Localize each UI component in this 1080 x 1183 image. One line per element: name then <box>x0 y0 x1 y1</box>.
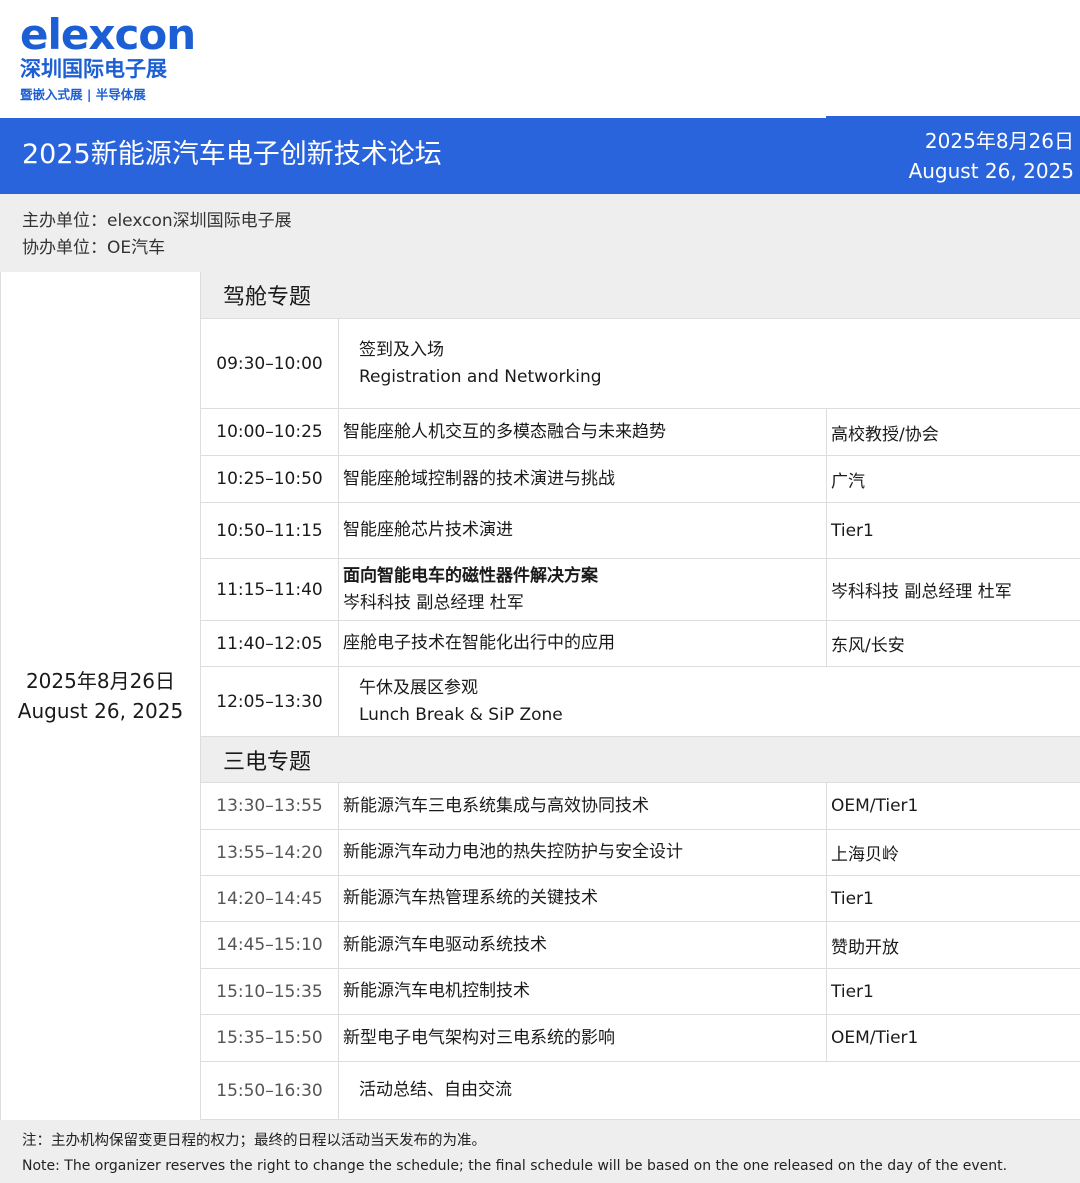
organizer-band: 主办单位：elexcon深圳国际电子展 协办单位：OE汽车 <box>0 194 1080 272</box>
session-speaker: 东风/长安 <box>826 621 1080 666</box>
session-topic: 活动总结、自由交流 <box>359 1080 512 1100</box>
table-row: 15:10–15:35 新能源汽车电机控制技术 Tier1 <box>201 969 1080 1015</box>
session-time: 13:30–13:55 <box>201 783 339 829</box>
header-date-cn: 2025年8月26日 <box>924 129 1074 153</box>
footer-note-en: Note: The organizer reserves the right t… <box>22 1158 1008 1174</box>
elexcon-logo: elexcon 深圳国际电子展 暨嵌入式展 | 半导体展 <box>20 12 220 104</box>
session-time: 09:30–10:00 <box>201 319 339 408</box>
session-topic: 新能源汽车电机控制技术 <box>343 981 530 1001</box>
session-time: 10:00–10:25 <box>201 409 339 455</box>
session-speaker: 高校教授/协会 <box>826 409 1080 455</box>
session-speaker: Tier1 <box>826 969 1080 1014</box>
co-host-organizer: 协办单位：OE汽车 <box>22 238 166 258</box>
session-topic-presenter: 岑科科技 副总经理 杜军 <box>343 592 524 613</box>
session-time: 14:20–14:45 <box>201 876 339 921</box>
session-time: 10:25–10:50 <box>201 456 339 502</box>
table-row: 11:40–12:05 座舱电子技术在智能化出行中的应用 东风/长安 <box>201 621 1080 667</box>
session-topic: 智能座舱域控制器的技术演进与挑战 <box>343 468 615 489</box>
footer-note-cn: 注：主办机构保留变更日程的权力；最终的日程以活动当天发布的为准。 <box>22 1133 486 1149</box>
session-speaker: OEM/Tier1 <box>826 783 1080 829</box>
session-topic: 座舱电子技术在智能化出行中的应用 <box>343 633 615 653</box>
session-speaker: OEM/Tier1 <box>826 1015 1080 1061</box>
session-time: 12:05–13:30 <box>201 667 339 736</box>
table-row: 15:50–16:30 活动总结、自由交流 <box>201 1062 1080 1120</box>
session-topic: 智能座舱芯片技术演进 <box>343 520 513 540</box>
session-time: 15:10–15:35 <box>201 969 339 1014</box>
header-date-en: August 26, 2025 <box>908 159 1074 183</box>
session-topic-cn: 签到及入场 <box>359 339 444 360</box>
session-topic: 智能座舱人机交互的多模态融合与未来趋势 <box>343 421 666 442</box>
session-speaker: Tier1 <box>826 503 1080 558</box>
session-topic: 新型电子电气架构对三电系统的影响 <box>343 1027 615 1048</box>
session-topic: 新能源汽车电驱动系统技术 <box>343 934 547 955</box>
session-time: 15:35–15:50 <box>201 1015 339 1061</box>
session-time: 13:55–14:20 <box>201 830 339 875</box>
session-speaker: 赞助开放 <box>826 922 1080 968</box>
table-row: 10:00–10:25 智能座舱人机交互的多模态融合与未来趋势 高校教授/协会 <box>201 409 1080 456</box>
session-topic: 新能源汽车热管理系统的关键技术 <box>343 888 598 908</box>
day-date-cn: 2025年8月26日 <box>25 669 176 693</box>
forum-title: 2025新能源汽车电子创新技术论坛 <box>22 139 442 170</box>
logo-name-cn: 深圳国际电子展 <box>20 57 167 81</box>
section-header-cockpit: 驾舱专题 <box>201 272 1080 319</box>
table-row: 10:25–10:50 智能座舱域控制器的技术演进与挑战 广汽 <box>201 456 1080 503</box>
session-time: 11:15–11:40 <box>201 559 339 620</box>
session-time: 14:45–15:10 <box>201 922 339 968</box>
session-topic-title: 面向智能电车的磁性器件解决方案 <box>343 565 598 586</box>
table-row: 14:20–14:45 新能源汽车热管理系统的关键技术 Tier1 <box>201 876 1080 922</box>
table-row: 12:05–13:30 午休及展区参观 Lunch Break & SiP Zo… <box>201 667 1080 737</box>
day-date-column: 2025年8月26日 August 26, 2025 <box>0 272 201 1120</box>
title-bar: 2025新能源汽车电子创新技术论坛 2025年8月26日 August 26, … <box>0 116 1080 194</box>
table-row: 10:50–11:15 智能座舱芯片技术演进 Tier1 <box>201 503 1080 559</box>
session-topic: 午休及展区参观 Lunch Break & SiP Zone <box>339 667 1080 736</box>
session-time: 11:40–12:05 <box>201 621 339 666</box>
table-row: 09:30–10:00 签到及入场 Registration and Netwo… <box>201 319 1080 409</box>
session-topic-cn: 午休及展区参观 <box>359 677 478 698</box>
logo-subtitle: 暨嵌入式展 | 半导体展 <box>20 87 146 102</box>
host-organizer: 主办单位：elexcon深圳国际电子展 <box>22 211 292 231</box>
session-speaker: 岑科科技 副总经理 杜军 <box>826 559 1080 620</box>
footer-note: 注：主办机构保留变更日程的权力；最终的日程以活动当天发布的为准。 Note: T… <box>0 1120 1080 1183</box>
session-time: 10:50–11:15 <box>201 503 339 558</box>
session-topic: 新能源汽车动力电池的热失控防护与安全设计 <box>343 842 683 862</box>
table-row: 15:35–15:50 新型电子电气架构对三电系统的影响 OEM/Tier1 <box>201 1015 1080 1062</box>
session-time: 15:50–16:30 <box>201 1062 339 1119</box>
session-speaker: 广汽 <box>826 456 1080 502</box>
session-topic: 面向智能电车的磁性器件解决方案 岑科科技 副总经理 杜军 <box>339 559 826 620</box>
header-date: 2025年8月26日 August 26, 2025 <box>909 126 1074 186</box>
session-topic: 新能源汽车三电系统集成与高效协同技术 <box>343 795 649 816</box>
table-row: 14:45–15:10 新能源汽车电驱动系统技术 赞助开放 <box>201 922 1080 969</box>
session-topic-en: Lunch Break & SiP Zone <box>359 704 563 725</box>
session-topic: 签到及入场 Registration and Networking <box>339 319 1080 408</box>
table-row: 11:15–11:40 面向智能电车的磁性器件解决方案 岑科科技 副总经理 杜军… <box>201 559 1080 621</box>
session-topic-en: Registration and Networking <box>359 366 602 387</box>
session-speaker: 上海贝岭 <box>826 830 1080 875</box>
table-row: 13:55–14:20 新能源汽车动力电池的热失控防护与安全设计 上海贝岭 <box>201 830 1080 876</box>
day-date-en: August 26, 2025 <box>17 699 184 723</box>
logo-brand: elexcon <box>20 10 196 59</box>
session-speaker: Tier1 <box>826 876 1080 921</box>
table-row: 13:30–13:55 新能源汽车三电系统集成与高效协同技术 OEM/Tier1 <box>201 783 1080 830</box>
section-header-powertrain: 三电专题 <box>201 737 1080 783</box>
